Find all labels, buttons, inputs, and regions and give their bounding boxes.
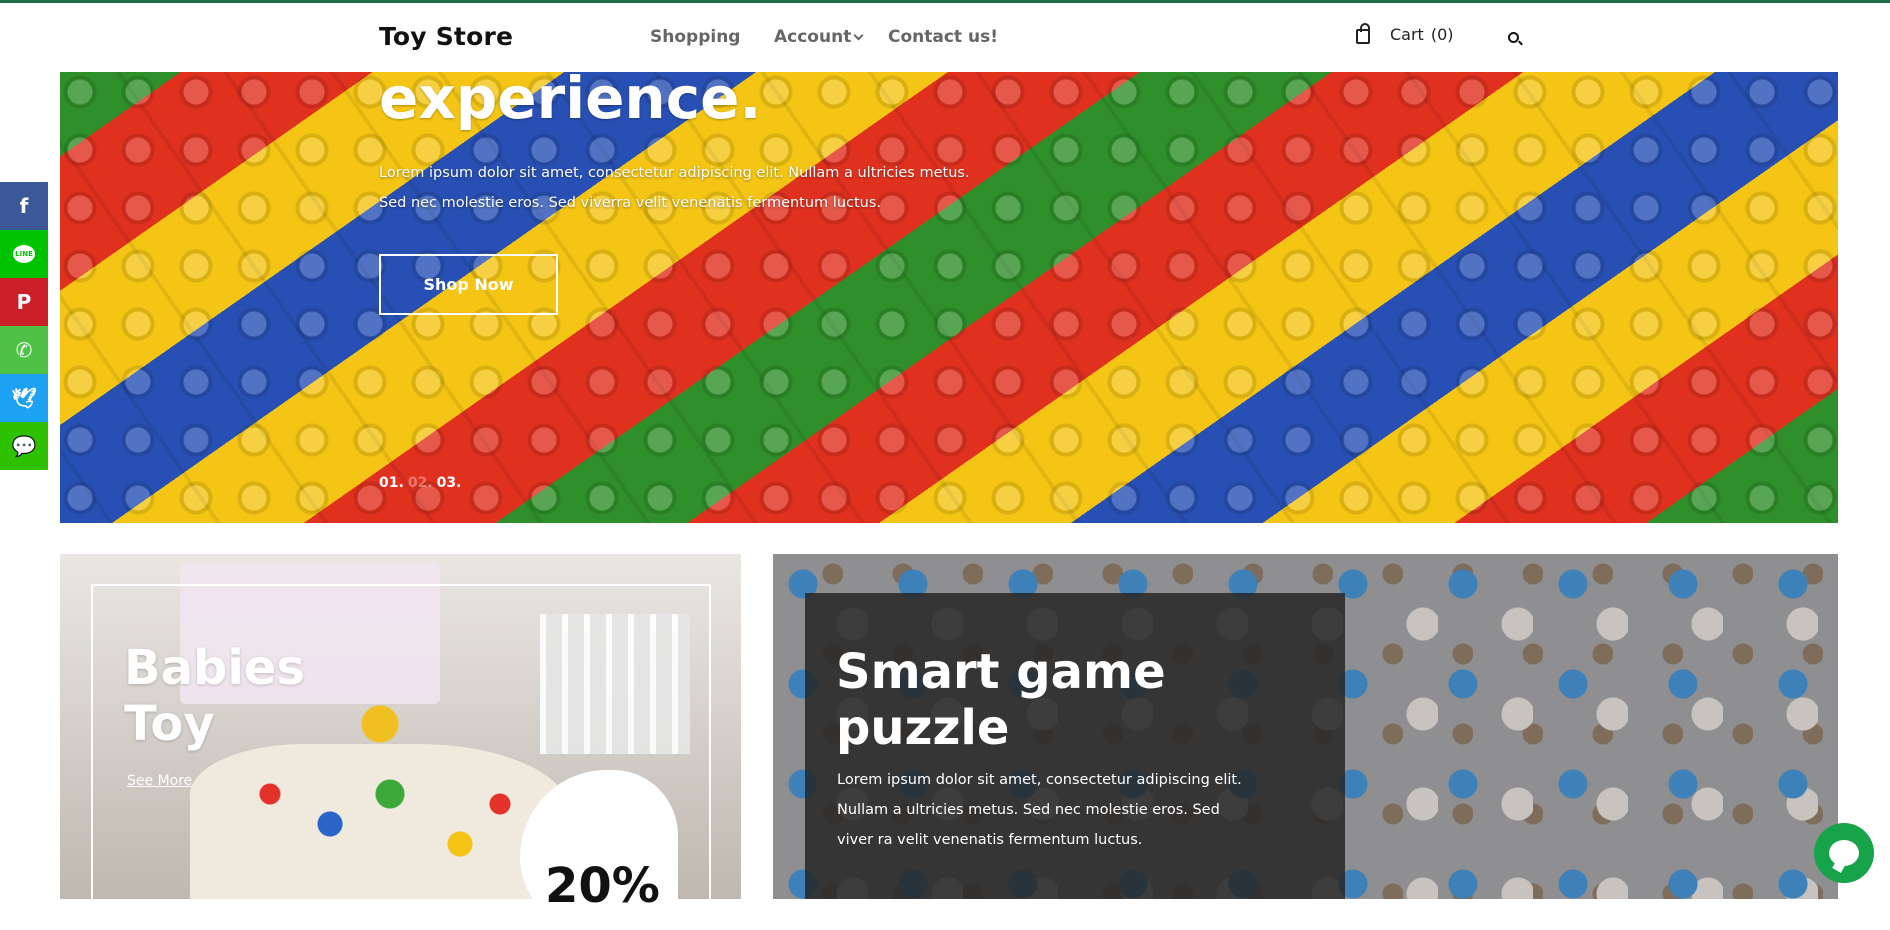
babies-toy-title-line1: Babies [124, 640, 305, 696]
hero-pager: 01. 02. 03. [379, 475, 461, 491]
babies-toy-title: Babies Toy [124, 640, 305, 752]
puzzle-description: Lorem ipsum dolor sit amet, consectetur … [837, 772, 1242, 848]
site-logo[interactable]: Toy Store [379, 22, 513, 51]
cart-count: (0) [1430, 24, 1454, 44]
cart-label: Cart [1390, 24, 1424, 44]
facebook-share-button[interactable]: f [0, 182, 48, 230]
discount-label: 20% [545, 858, 660, 914]
pager-item-3[interactable]: 03. [437, 475, 462, 491]
wechat-share-button[interactable]: 💬 [0, 422, 48, 470]
shop-now-button[interactable]: Shop Now [379, 254, 558, 315]
pager-item-1[interactable]: 01. [379, 475, 404, 491]
twitter-share-button[interactable]: 🕊 [0, 374, 48, 422]
smart-game-puzzle-title: Smart game puzzle [836, 644, 1166, 756]
chevron-down-icon [853, 30, 864, 41]
facebook-icon: f [19, 194, 29, 218]
nav-account[interactable]: Account [774, 27, 864, 47]
line-icon: LINE [13, 245, 35, 263]
hero-title: experience. [379, 72, 762, 132]
hero-text: Lorem ipsum dolor sit amet, consectetur … [379, 165, 970, 211]
nav-account-label: Account [774, 27, 852, 47]
social-share-bar: f LINE 𝗣 ✆ 🕊 💬 [0, 182, 48, 470]
pinterest-icon: 𝗣 [16, 290, 32, 314]
pinterest-share-button[interactable]: 𝗣 [0, 278, 48, 326]
cart-button[interactable]: Cart (0) [1356, 23, 1454, 44]
puzzle-title-line1: Smart game [836, 644, 1166, 700]
puzzle-title-line2: puzzle [836, 700, 1010, 756]
search-icon[interactable] [1508, 32, 1519, 43]
whatsapp-share-button[interactable]: ✆ [0, 326, 48, 374]
nav-shopping[interactable]: Shopping [650, 27, 740, 47]
twitter-icon: 🕊 [11, 386, 37, 410]
chat-icon [1829, 840, 1859, 866]
line-share-button[interactable]: LINE [0, 230, 48, 278]
nav-contact[interactable]: Contact us! [888, 27, 998, 47]
site-header: Toy Store Shopping Account Contact us! C… [0, 3, 1890, 72]
babies-toy-title-line2: Toy [124, 696, 215, 752]
hero-banner: experience. Lorem ipsum dolor sit amet, … [60, 72, 1838, 523]
whatsapp-icon: ✆ [15, 338, 33, 362]
chat-button[interactable] [1814, 823, 1874, 883]
see-more-link[interactable]: See More [127, 773, 192, 789]
shopping-bag-icon [1356, 23, 1370, 44]
pager-item-2[interactable]: 02. [408, 475, 433, 491]
wechat-icon: 💬 [11, 434, 37, 458]
